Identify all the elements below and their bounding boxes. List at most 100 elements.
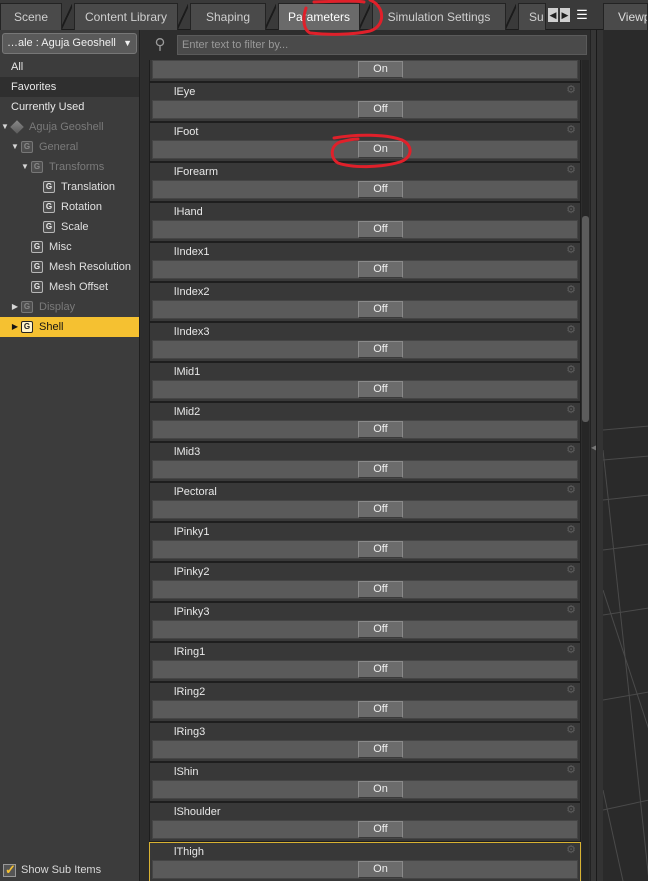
search-icon[interactable]: ⚲ [151, 36, 169, 54]
gear-icon[interactable]: ⚙ [565, 644, 577, 656]
category-favorites[interactable]: Favorites [0, 77, 139, 97]
toggle-button[interactable]: On [358, 141, 403, 158]
parameter-list-scrollbar[interactable] [582, 60, 589, 881]
tree-item[interactable]: G Rotation [0, 197, 139, 217]
tab-content-library[interactable]: Content Library [74, 3, 178, 30]
gear-icon[interactable]: ⚙ [565, 404, 577, 416]
tab-shaping[interactable]: Shaping [190, 3, 266, 30]
parameter-value-bar[interactable]: Off [152, 500, 578, 519]
parameter-row[interactable]: lShoulder ⚙ Off [149, 802, 581, 842]
tree-item[interactable]: ▼ Aguja Geoshell [0, 117, 139, 137]
parameter-value-bar[interactable]: Off [152, 100, 578, 119]
parameter-value-bar[interactable]: On [152, 780, 578, 799]
parameter-value-bar[interactable]: Off [152, 580, 578, 599]
toggle-button[interactable]: Off [358, 221, 403, 238]
filter-input[interactable] [177, 35, 587, 55]
parameter-value-bar[interactable]: Off [152, 740, 578, 759]
gear-icon[interactable]: ⚙ [565, 204, 577, 216]
gear-icon[interactable]: ⚙ [565, 524, 577, 536]
gear-icon[interactable]: ⚙ [565, 444, 577, 456]
parameter-value-bar[interactable]: Off [152, 260, 578, 279]
parameter-value-bar[interactable]: Off [152, 180, 578, 199]
category-currently-used[interactable]: Currently Used [0, 97, 139, 117]
parameter-row[interactable]: lThigh ⚙ On [149, 842, 581, 881]
tree-item[interactable]: ▼ G General [0, 137, 139, 157]
parameter-row[interactable]: lIndex2 ⚙ Off [149, 282, 581, 322]
tab-scroll-left-icon[interactable]: ◀ [548, 8, 558, 22]
parameter-row[interactable]: lPectoral ⚙ Off [149, 482, 581, 522]
parameter-row[interactable]: lRing2 ⚙ Off [149, 682, 581, 722]
parameter-row[interactable]: lShin ⚙ On [149, 762, 581, 802]
parameter-row[interactable]: lRing3 ⚙ Off [149, 722, 581, 762]
tab-viewport[interactable]: Viewp [603, 3, 648, 30]
panel-menu-icon[interactable]: ☰ [574, 6, 590, 24]
parameter-value-bar[interactable]: Off [152, 220, 578, 239]
gear-icon[interactable]: ⚙ [565, 484, 577, 496]
expanded-arrow-icon[interactable]: ▼ [20, 157, 30, 177]
gear-icon[interactable]: ⚙ [565, 324, 577, 336]
toggle-button[interactable]: Off [358, 661, 403, 678]
tree-item[interactable]: G Mesh Offset [0, 277, 139, 297]
toggle-button[interactable]: Off [358, 101, 403, 118]
gear-icon[interactable]: ⚙ [565, 844, 577, 856]
tab-scroll-right-icon[interactable]: ▶ [560, 8, 570, 22]
toggle-button[interactable]: Off [358, 501, 403, 518]
parameter-row[interactable]: lPinky3 ⚙ Off [149, 602, 581, 642]
gear-icon[interactable]: ⚙ [565, 124, 577, 136]
show-sub-items-checkbox[interactable]: Show Sub Items [3, 862, 101, 878]
expanded-arrow-icon[interactable]: ▼ [10, 137, 20, 157]
toggle-button[interactable]: Off [358, 621, 403, 638]
tab-parameters[interactable]: Parameters [278, 3, 360, 30]
tree-item[interactable]: G Mesh Resolution [0, 257, 139, 277]
tree-item[interactable]: G Scale [0, 217, 139, 237]
parameter-row[interactable]: lFoot ⚙ On [149, 122, 581, 162]
parameter-row[interactable]: lMid2 ⚙ Off [149, 402, 581, 442]
parameter-row[interactable]: lPinky2 ⚙ Off [149, 562, 581, 602]
parameter-row[interactable]: lEye ⚙ Off [149, 82, 581, 122]
parameter-row[interactable]: lRing1 ⚙ Off [149, 642, 581, 682]
gear-icon[interactable]: ⚙ [565, 724, 577, 736]
gear-icon[interactable]: ⚙ [565, 284, 577, 296]
parameter-row[interactable]: lForearm ⚙ Off [149, 162, 581, 202]
gear-icon[interactable]: ⚙ [565, 764, 577, 776]
parameter-row[interactable]: lMid3 ⚙ Off [149, 442, 581, 482]
tab-simulation-settings[interactable]: Simulation Settings [372, 3, 506, 30]
tree-item[interactable]: G Misc [0, 237, 139, 257]
toggle-button[interactable]: Off [358, 261, 403, 278]
tree-item[interactable]: ▶ G Display [0, 297, 139, 317]
parameter-value-bar[interactable]: Off [152, 300, 578, 319]
toggle-button[interactable]: Off [358, 341, 403, 358]
viewport-panel[interactable] [596, 30, 648, 881]
tree-item[interactable]: ▶ G Shell [0, 317, 139, 337]
gear-icon[interactable]: ⚙ [565, 604, 577, 616]
scrollbar-thumb[interactable] [582, 216, 589, 422]
tab-scene[interactable]: Scene [0, 3, 62, 30]
toggle-button[interactable]: Off [358, 701, 403, 718]
gear-icon[interactable]: ⚙ [565, 684, 577, 696]
gear-icon[interactable]: ⚙ [565, 804, 577, 816]
parameter-value-bar[interactable]: Off [152, 660, 578, 679]
parameter-value-bar[interactable]: Off [152, 700, 578, 719]
gear-icon[interactable]: ⚙ [565, 164, 577, 176]
parameter-value-bar[interactable]: On [152, 60, 578, 79]
toggle-button[interactable]: Off [358, 461, 403, 478]
toggle-button[interactable]: Off [358, 381, 403, 398]
collapsed-arrow-icon[interactable]: ▶ [10, 317, 20, 337]
parameter-row[interactable]: lIndex3 ⚙ Off [149, 322, 581, 362]
toggle-button[interactable]: On [358, 781, 403, 798]
parameter-row[interactable]: lIndex1 ⚙ Off [149, 242, 581, 282]
collapsed-arrow-icon[interactable]: ▶ [10, 297, 20, 317]
viewport-canvas[interactable] [603, 30, 648, 881]
parameter-value-bar[interactable]: Off [152, 620, 578, 639]
node-selector-dropdown[interactable]: …ale : Aguja Geoshell ▼ [2, 33, 137, 54]
parameter-value-bar[interactable]: Off [152, 340, 578, 359]
toggle-button[interactable]: Off [358, 181, 403, 198]
tree-item[interactable]: ▼ G Transforms [0, 157, 139, 177]
parameter-value-bar[interactable]: Off [152, 540, 578, 559]
parameter-row[interactable]: lPinky1 ⚙ Off [149, 522, 581, 562]
parameter-value-bar[interactable]: On [152, 860, 578, 879]
checkbox-checked-icon[interactable] [3, 862, 16, 878]
parameter-value-bar[interactable]: Off [152, 820, 578, 839]
gear-icon[interactable]: ⚙ [565, 84, 577, 96]
toggle-button[interactable]: Off [358, 741, 403, 758]
